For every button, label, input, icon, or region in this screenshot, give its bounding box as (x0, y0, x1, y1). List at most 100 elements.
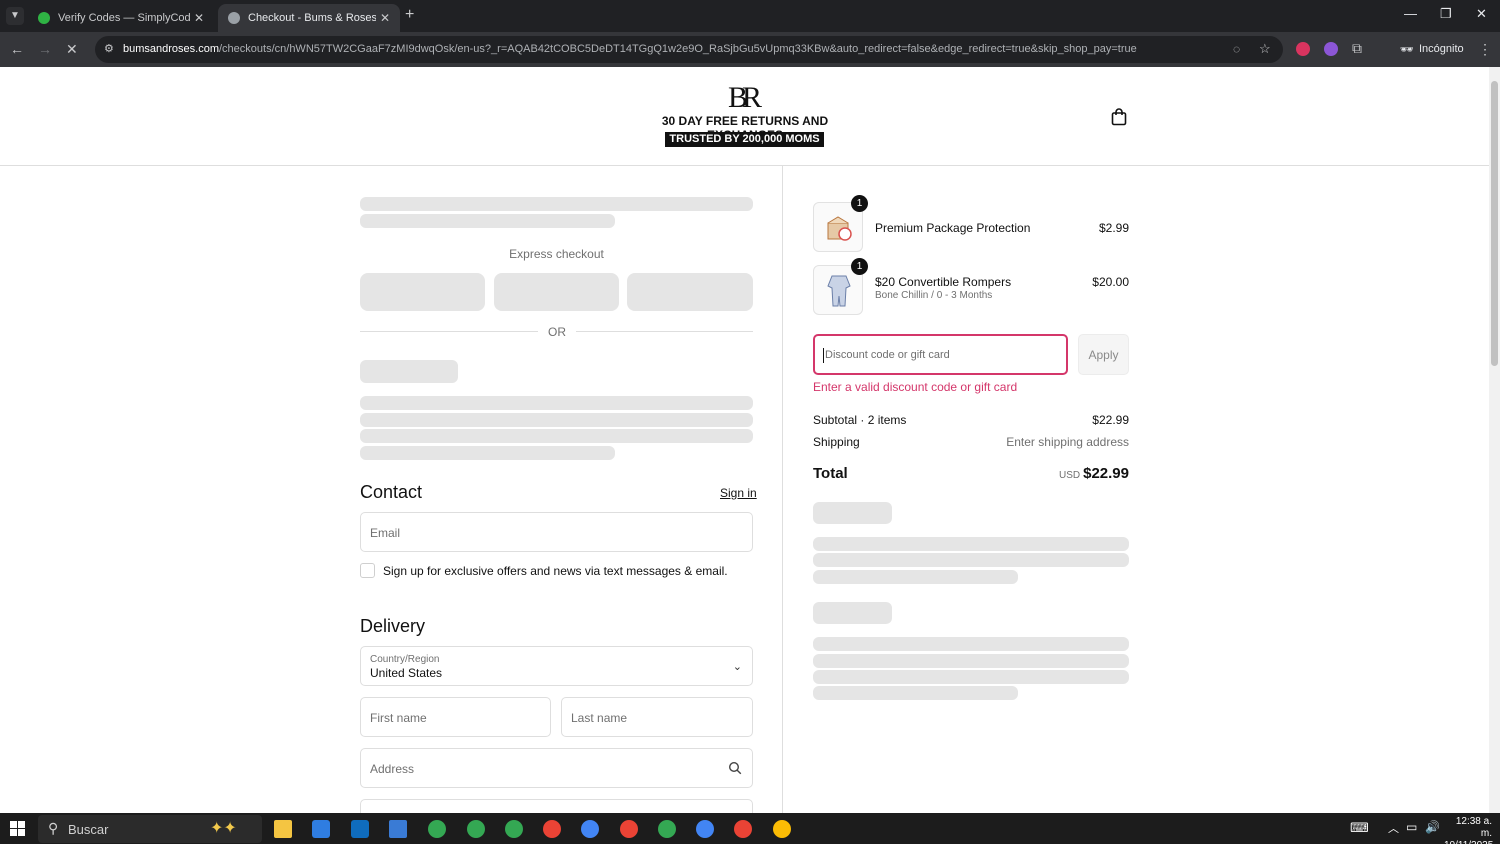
loading-skeleton (360, 446, 615, 460)
subtotal-label: Subtotal · 2 items (813, 413, 907, 427)
quantity-badge: 1 (851, 195, 868, 212)
back-arrow-icon[interactable]: ← (10, 41, 24, 57)
sign-in-link[interactable]: Sign in (720, 486, 757, 500)
shipping-label: Shipping (813, 435, 860, 449)
close-tab-icon[interactable]: ✕ (376, 11, 394, 25)
divider-line (360, 331, 538, 332)
tab-title: Checkout - Bums & Roses (248, 12, 376, 24)
menu-kebab-icon[interactable]: ⋮ (1478, 41, 1492, 58)
first-name-field[interactable]: First name (360, 697, 551, 737)
or-divider-label: OR (548, 325, 566, 339)
country-select[interactable]: Country/Region United States ⌄ (360, 646, 753, 686)
taskbar-search[interactable]: ⚲ Buscar ✦✦ (38, 815, 262, 843)
tab-checkout[interactable]: Checkout - Bums & Roses ✕ (218, 4, 400, 32)
loading-skeleton (813, 537, 1129, 551)
chrome-profile-icon[interactable] (734, 820, 752, 838)
tab-simplycodes[interactable]: Verify Codes — SimplyCodes ✕ (28, 4, 214, 32)
last-name-field[interactable]: Last name (561, 697, 753, 737)
incognito-indicator[interactable]: 🕶 Incógnito (1392, 39, 1472, 59)
shipping-value: Enter shipping address (1006, 435, 1129, 449)
eye-off-icon[interactable]: ◌ (1233, 42, 1240, 56)
bums-roses-favicon-icon (228, 12, 240, 24)
apartment-field[interactable] (360, 799, 753, 813)
country-value: United States (370, 666, 443, 680)
chrome-profile-icon[interactable] (428, 820, 446, 838)
country-label: Country/Region (370, 654, 440, 665)
apply-discount-button[interactable]: Apply (1078, 334, 1129, 375)
store-logo[interactable]: BR (728, 81, 762, 115)
windows-taskbar: ⚲ Buscar ✦✦ ⌨ ︿ ▭ 🔊 12:38 a. m. 10/11/20… (0, 813, 1500, 851)
marketing-opt-in-checkbox[interactable] (360, 563, 375, 578)
chrome-profile-icon[interactable] (620, 820, 638, 838)
last-name-placeholder: Last name (571, 711, 628, 725)
file-explorer-icon[interactable] (274, 820, 292, 838)
network-icon[interactable]: ▭ (1406, 820, 1417, 834)
minimize-icon[interactable]: — (1404, 6, 1417, 21)
express-checkout-label: Express checkout (509, 247, 604, 261)
forward-arrow-icon[interactable]: → (38, 41, 52, 57)
url-text: bumsandroses.com/checkouts/cn/hWN57TW2CG… (123, 43, 1137, 55)
page-scrollbar[interactable] (1489, 67, 1500, 813)
column-divider (782, 166, 783, 813)
shipping-row: Shipping Enter shipping address (813, 435, 1129, 449)
address-bar[interactable]: ⚙ bumsandroses.com/checkouts/cn/hWN57TW2… (95, 36, 1283, 63)
chrome-profile-icon[interactable] (658, 820, 676, 838)
browser-tab-bar: ▼ Verify Codes — SimplyCodes ✕ Checkout … (0, 0, 1500, 32)
trust-badge: TRUSTED BY 200,000 MOMS (665, 132, 824, 147)
line-item: 1 $20 Convertible Rompers Bone Chillin /… (813, 258, 1129, 315)
keyboard-layout-icon[interactable]: ⌨ (1350, 820, 1369, 836)
express-pay-button-skeleton (627, 273, 753, 311)
tab-title: Verify Codes — SimplyCodes (58, 12, 190, 24)
taskbar-clock[interactable]: 12:38 a. m. 10/11/2025 (1444, 816, 1494, 852)
clock-date: 10/11/2025 (1444, 840, 1494, 851)
chrome-profile-icon[interactable] (773, 820, 791, 838)
clock-time: 12:38 a. m. (1455, 816, 1492, 839)
discount-placeholder: Discount code or gift card (825, 349, 950, 361)
windows-start-icon[interactable] (10, 821, 25, 836)
text-cursor (823, 348, 824, 363)
tab-search-button[interactable]: ▼ (6, 7, 24, 25)
search-icon (728, 761, 742, 775)
scrollbar-thumb[interactable] (1491, 81, 1498, 366)
bookmark-star-icon[interactable]: ☆ (1259, 41, 1271, 57)
total-value: $22.99 (1083, 465, 1129, 482)
store-icon[interactable] (312, 820, 330, 838)
extension-shield-icon[interactable] (1296, 42, 1310, 56)
calculator-icon[interactable] (389, 820, 407, 838)
email-placeholder: Email (370, 526, 401, 540)
delivery-heading: Delivery (360, 616, 426, 636)
extensions-puzzle-icon[interactable]: ⧉ (1352, 40, 1362, 57)
incognito-label: Incógnito (1418, 43, 1464, 55)
loading-skeleton (813, 570, 1018, 584)
chrome-profile-icon[interactable] (467, 820, 485, 838)
chevron-down-icon: ⌄ (732, 661, 742, 673)
address-placeholder: Address (370, 762, 415, 776)
restore-icon[interactable]: ❐ (1440, 6, 1452, 22)
store-header: BR 30 DAY FREE RETURNS AND EXCHANGES TRU… (0, 67, 1489, 166)
line-item-price: $2.99 (1098, 221, 1129, 235)
shopping-bag-icon[interactable] (1111, 108, 1127, 126)
loading-skeleton (813, 502, 892, 524)
chrome-profile-icon[interactable] (696, 820, 714, 838)
volume-icon[interactable]: 🔊 (1425, 820, 1440, 834)
simplycodes-favicon-icon (38, 12, 50, 24)
close-tab-icon[interactable]: ✕ (190, 11, 208, 25)
chrome-profile-icon[interactable] (543, 820, 561, 838)
total-label: Total (813, 465, 848, 482)
stop-loading-icon[interactable]: ✕ (66, 41, 78, 58)
close-window-icon[interactable]: ✕ (1476, 6, 1487, 22)
extension-simplycodes-icon[interactable] (1324, 42, 1338, 56)
site-info-icon[interactable]: ⚙ (104, 42, 114, 55)
chrome-profile-icon[interactable] (581, 820, 599, 838)
outlook-icon[interactable] (351, 820, 369, 838)
loading-skeleton (813, 686, 1018, 700)
new-tab-plus-icon[interactable]: + (405, 7, 414, 23)
address-field[interactable]: Address (360, 748, 753, 788)
loading-skeleton (813, 654, 1129, 668)
discount-code-input[interactable]: Discount code or gift card (813, 334, 1068, 375)
chevron-up-icon[interactable]: ︿ (1388, 820, 1399, 836)
express-pay-button-skeleton (494, 273, 619, 311)
chrome-profile-icon[interactable] (505, 820, 523, 838)
marketing-opt-in-label: Sign up for exclusive offers and news vi… (383, 564, 728, 578)
email-field[interactable]: Email (360, 512, 753, 552)
